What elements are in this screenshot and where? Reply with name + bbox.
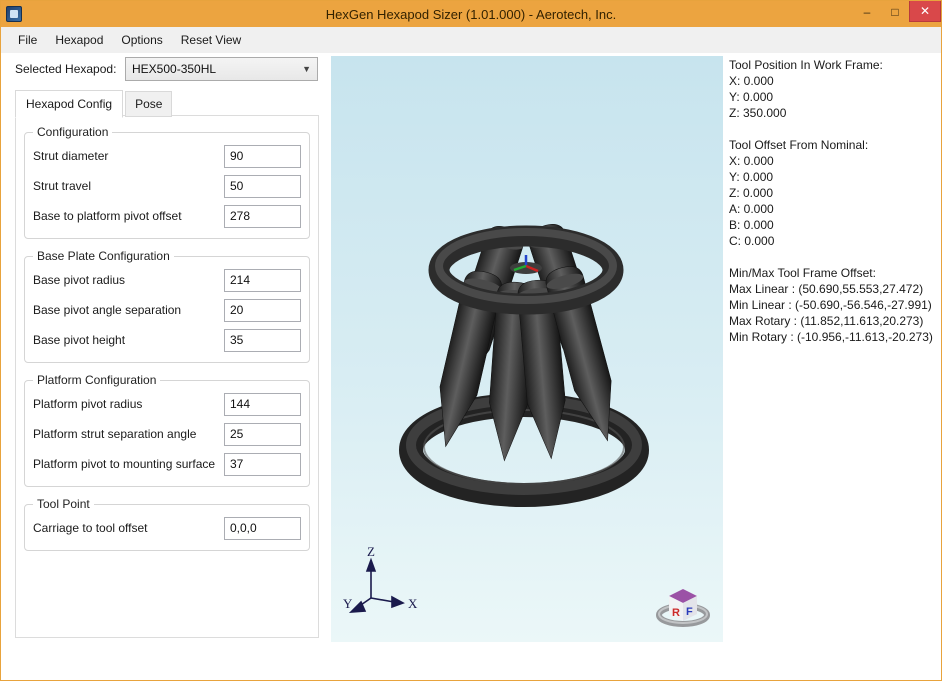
- strut-diameter-input[interactable]: [224, 145, 301, 168]
- hexapod-model: Z Y X R F: [331, 56, 723, 642]
- info-line: B: 0.000: [729, 217, 937, 233]
- tool-position-section: Tool Position In Work Frame: X: 0.000 Y:…: [729, 57, 937, 121]
- field-row: Platform pivot radius: [33, 389, 301, 419]
- info-line: Min Linear : (-50.690,-56.546,-27.991): [729, 297, 937, 313]
- app-icon[interactable]: [6, 6, 22, 22]
- logo-letter-r: R: [672, 607, 680, 619]
- field-label: Base pivot height: [33, 333, 224, 347]
- field-label: Strut diameter: [33, 149, 224, 163]
- base-platform-pivot-offset-input[interactable]: [224, 205, 301, 228]
- info-line: Y: 0.000: [729, 89, 937, 105]
- minmax-section: Min/Max Tool Frame Offset: Max Linear : …: [729, 265, 937, 345]
- group-base-plate-configuration: Base Plate Configuration Base pivot radi…: [24, 249, 310, 363]
- field-row: Base pivot height: [33, 325, 301, 355]
- field-label: Platform pivot to mounting surface: [33, 457, 224, 471]
- group-title: Tool Point: [33, 497, 94, 511]
- field-label: Platform pivot radius: [33, 397, 224, 411]
- group-tool-point: Tool Point Carriage to tool offset: [24, 497, 310, 551]
- close-button[interactable]: ✕: [909, 1, 941, 22]
- field-row: Carriage to tool offset: [33, 513, 301, 543]
- field-row: Base pivot angle separation: [33, 295, 301, 325]
- carriage-tool-offset-input[interactable]: [224, 517, 301, 540]
- info-line: Max Rotary : (11.852,11.613,20.273): [729, 313, 937, 329]
- field-row: Base to platform pivot offset: [33, 201, 301, 231]
- group-platform-configuration: Platform Configuration Platform pivot ra…: [24, 373, 310, 487]
- info-line: Z: 350.000: [729, 105, 937, 121]
- maximize-button[interactable]: □: [881, 1, 909, 22]
- field-row: Strut diameter: [33, 141, 301, 171]
- chevron-down-icon: ▼: [302, 64, 311, 74]
- base-pivot-radius-input[interactable]: [224, 269, 301, 292]
- field-label: Base pivot angle separation: [33, 303, 224, 317]
- section-title: Tool Position In Work Frame:: [729, 57, 937, 73]
- base-pivot-height-input[interactable]: [224, 329, 301, 352]
- info-line: X: 0.000: [729, 153, 937, 169]
- window-title: HexGen Hexapod Sizer (1.01.000) - Aerote…: [1, 7, 941, 22]
- group-configuration: Configuration Strut diameter Strut trave…: [24, 125, 310, 239]
- platform-pivot-radius-input[interactable]: [224, 393, 301, 416]
- info-panel: Tool Position In Work Frame: X: 0.000 Y:…: [729, 57, 937, 361]
- field-label: Carriage to tool offset: [33, 521, 224, 535]
- logo-letter-f: F: [686, 606, 693, 618]
- info-line: C: 0.000: [729, 233, 937, 249]
- tab-hexapod-config[interactable]: Hexapod Config: [15, 90, 123, 118]
- group-title: Platform Configuration: [33, 373, 160, 387]
- field-label: Strut travel: [33, 179, 224, 193]
- info-line: Min Rotary : (-10.956,-11.613,-20.273): [729, 329, 937, 345]
- hexapod-config-panel: Configuration Strut diameter Strut trave…: [15, 115, 319, 638]
- minimize-button[interactable]: –: [853, 1, 881, 22]
- section-title: Min/Max Tool Frame Offset:: [729, 265, 937, 281]
- menu-bar: File Hexapod Options Reset View: [1, 27, 941, 53]
- section-title: Tool Offset From Nominal:: [729, 137, 937, 153]
- axis-z-label: Z: [367, 544, 375, 559]
- viewport-3d[interactable]: Z Y X R F: [331, 56, 723, 642]
- tool-offset-section: Tool Offset From Nominal: X: 0.000 Y: 0.…: [729, 137, 937, 249]
- axis-triad: Z Y X: [343, 544, 418, 612]
- hexapod-dropdown[interactable]: HEX500-350HL ▼: [125, 57, 318, 81]
- menu-options[interactable]: Options: [112, 29, 171, 51]
- tab-strip: Hexapod Config Pose: [15, 89, 174, 117]
- axis-y-label: Y: [343, 596, 353, 611]
- menu-hexapod[interactable]: Hexapod: [46, 29, 112, 51]
- selected-hexapod-label: Selected Hexapod:: [15, 62, 116, 76]
- field-row: Platform strut separation angle: [33, 419, 301, 449]
- field-row: Strut travel: [33, 171, 301, 201]
- field-label: Platform strut separation angle: [33, 427, 224, 441]
- menu-reset-view[interactable]: Reset View: [172, 29, 250, 51]
- field-row: Platform pivot to mounting surface: [33, 449, 301, 479]
- group-title: Configuration: [33, 125, 112, 139]
- field-row: Base pivot radius: [33, 265, 301, 295]
- info-line: Y: 0.000: [729, 169, 937, 185]
- app-window: HexGen Hexapod Sizer (1.01.000) - Aerote…: [0, 0, 942, 681]
- base-pivot-angle-separation-input[interactable]: [224, 299, 301, 322]
- rf-logo: R F: [659, 589, 707, 624]
- info-line: A: 0.000: [729, 201, 937, 217]
- info-line: X: 0.000: [729, 73, 937, 89]
- hexapod-dropdown-value: HEX500-350HL: [132, 62, 216, 76]
- field-label: Base pivot radius: [33, 273, 224, 287]
- info-line: Z: 0.000: [729, 185, 937, 201]
- platform-pivot-mounting-surface-input[interactable]: [224, 453, 301, 476]
- tab-pose[interactable]: Pose: [125, 91, 172, 117]
- field-label: Base to platform pivot offset: [33, 209, 224, 223]
- info-line: Max Linear : (50.690,55.553,27.472): [729, 281, 937, 297]
- menu-file[interactable]: File: [9, 29, 46, 51]
- platform-strut-separation-angle-input[interactable]: [224, 423, 301, 446]
- titlebar: HexGen Hexapod Sizer (1.01.000) - Aerote…: [1, 1, 941, 27]
- group-title: Base Plate Configuration: [33, 249, 174, 263]
- axis-x-label: X: [408, 596, 418, 611]
- strut-travel-input[interactable]: [224, 175, 301, 198]
